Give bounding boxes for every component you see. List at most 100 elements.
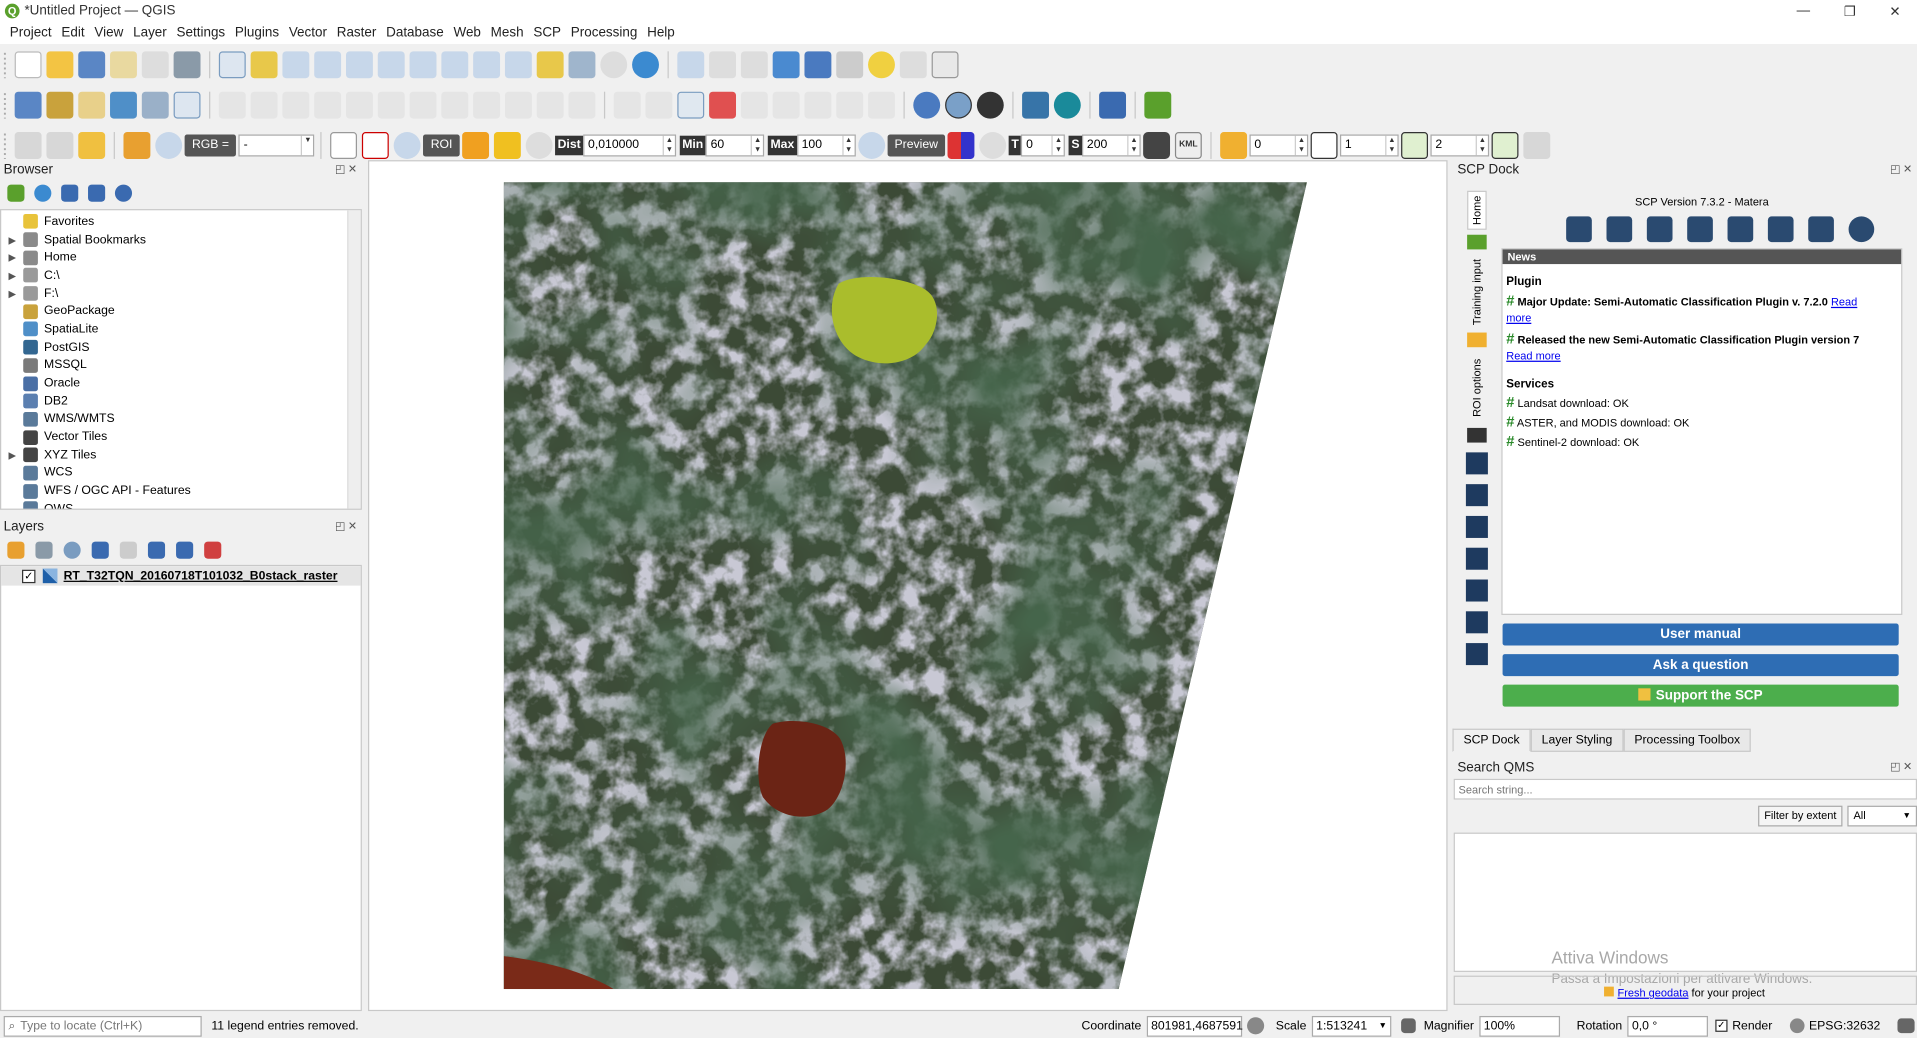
- open-layer-styling-icon[interactable]: [7, 541, 25, 559]
- support-scp-button[interactable]: Support the SCP: [1502, 684, 1899, 707]
- label-tool-icon[interactable]: [613, 91, 641, 118]
- properties-icon[interactable]: [114, 184, 133, 202]
- browser-item[interactable]: ▶ XYZ Tiles: [1, 446, 360, 464]
- diagram-options-icon[interactable]: [868, 91, 895, 118]
- maximize-button[interactable]: ❐: [1827, 0, 1873, 22]
- paste-features-icon[interactable]: [504, 91, 532, 118]
- vertex-tool-icon[interactable]: [345, 91, 373, 118]
- expand-arrow-icon[interactable]: ▶: [6, 450, 18, 461]
- filter-by-extent-button[interactable]: Filter by extent: [1758, 805, 1843, 827]
- download-products-icon[interactable]: [1646, 216, 1673, 243]
- basic-tools-icon[interactable]: [1606, 216, 1633, 243]
- toggle-extents-icon[interactable]: [1246, 1017, 1264, 1035]
- expand-arrow-icon[interactable]: ▶: [6, 270, 18, 281]
- processing-toolbox-icon[interactable]: [772, 50, 800, 78]
- pan-map-icon[interactable]: [218, 50, 246, 78]
- collapse-all-icon[interactable]: [176, 541, 194, 559]
- copy-features-icon[interactable]: [473, 91, 501, 118]
- next-band-icon[interactable]: [1310, 131, 1338, 159]
- toolbar-grip[interactable]: [2, 131, 8, 159]
- label-pin-icon[interactable]: [645, 91, 673, 118]
- browser-item[interactable]: Vector Tiles: [1, 428, 360, 446]
- plugins-manager-icon[interactable]: [1053, 91, 1081, 118]
- s-spinbox[interactable]: 200 ▲ ▼: [1082, 133, 1141, 156]
- undo-icon[interactable]: [536, 91, 564, 118]
- tab-roi-options[interactable]: ROI options: [1467, 352, 1487, 423]
- text-annotation-icon[interactable]: [931, 50, 959, 78]
- qms-results-list[interactable]: [1453, 832, 1917, 972]
- band-spinbox-1[interactable]: 0 ▲ ▼: [1249, 133, 1309, 156]
- refresh-icon[interactable]: [34, 184, 52, 202]
- scale-combo[interactable]: 1:513241 ▼: [1311, 1015, 1392, 1037]
- save-edits-icon[interactable]: [282, 91, 310, 118]
- dock-float-close-buttons[interactable]: ◰✕: [335, 520, 360, 533]
- add-roi-icon[interactable]: [494, 131, 521, 159]
- crs-label[interactable]: EPSG:32632: [1809, 1019, 1880, 1032]
- tab-scp-dock[interactable]: SCP Dock: [1452, 728, 1531, 752]
- menu-web[interactable]: Web: [449, 26, 486, 41]
- zoom-native-icon[interactable]: [441, 50, 469, 78]
- select-by-value-icon[interactable]: [78, 131, 106, 159]
- classification-preview-icon[interactable]: [947, 131, 975, 159]
- menu-raster[interactable]: Raster: [332, 26, 381, 41]
- band-calc-icon[interactable]: [1808, 216, 1834, 243]
- messages-icon[interactable]: [1897, 1018, 1915, 1034]
- band-processing-icon[interactable]: [1727, 216, 1754, 243]
- rotate-label-icon[interactable]: [804, 91, 832, 118]
- python-console-icon[interactable]: [1022, 91, 1049, 118]
- zoom-last-icon[interactable]: [473, 50, 501, 78]
- postprocessing-tab-icon[interactable]: [1465, 611, 1488, 634]
- download-tab-icon[interactable]: [1465, 515, 1488, 538]
- label-highlight-icon[interactable]: [709, 91, 737, 118]
- redo-icon[interactable]: [568, 91, 596, 118]
- reload-plugin-icon[interactable]: [1144, 91, 1172, 118]
- delete-selected-icon[interactable]: [409, 91, 437, 118]
- qms-search-input[interactable]: [1453, 778, 1917, 800]
- zoom-out-icon[interactable]: [314, 50, 342, 78]
- select-feature-icon[interactable]: [899, 50, 927, 78]
- browser-item[interactable]: DB2: [1, 392, 360, 410]
- zoom-input-image-icon[interactable]: [155, 131, 183, 159]
- next-band-icon[interactable]: [1491, 131, 1519, 159]
- tools-icon[interactable]: [1467, 427, 1487, 443]
- band-set-icon[interactable]: [1566, 216, 1592, 243]
- temporal-controller-icon[interactable]: [600, 50, 628, 78]
- band-spinbox-2[interactable]: 1 ▲ ▼: [1339, 133, 1399, 156]
- max-spinbox[interactable]: 100 ▲ ▼: [796, 133, 856, 156]
- band-combination-icon[interactable]: [1523, 131, 1551, 159]
- show-bookmarks-icon[interactable]: [568, 50, 596, 78]
- locator-input[interactable]: ⌕ Type to locate (Ctrl+K): [3, 1015, 202, 1037]
- deselect-icon[interactable]: [46, 131, 74, 159]
- layout-manager-icon[interactable]: [141, 50, 169, 78]
- filter-legend-icon[interactable]: [91, 541, 109, 559]
- browser-item[interactable]: MSSQL: [1, 356, 360, 374]
- band-processing-tab-icon[interactable]: [1465, 579, 1488, 602]
- browser-item[interactable]: ▶ C:\: [1, 267, 360, 285]
- zoom-roi-icon[interactable]: [394, 131, 421, 159]
- cut-features-icon[interactable]: [441, 91, 469, 118]
- read-more-link[interactable]: Read: [1831, 296, 1857, 308]
- menu-view[interactable]: View: [90, 26, 129, 41]
- dock-float-close-buttons[interactable]: ◰✕: [1890, 163, 1915, 176]
- browser-item[interactable]: ▶ Spatial Bookmarks: [1, 231, 360, 249]
- qms-filter-select[interactable]: All ▼: [1847, 805, 1917, 827]
- show-hide-labels-icon[interactable]: [740, 91, 768, 118]
- preview-button[interactable]: Preview: [887, 133, 946, 156]
- next-band-icon[interactable]: [1401, 131, 1429, 159]
- zoom-preview-icon[interactable]: [857, 131, 885, 159]
- measure-line-icon[interactable]: [836, 50, 864, 78]
- roi-button[interactable]: ROI: [423, 133, 460, 156]
- modify-attributes-icon[interactable]: [377, 91, 405, 118]
- pan-to-selection-icon[interactable]: [250, 50, 278, 78]
- basic-tools-tab-icon[interactable]: [1465, 484, 1488, 507]
- layer-item[interactable]: ✓ RT_T32TQN_20160718T101032_B0stack_rast…: [1, 566, 361, 586]
- add-virtual-layer-icon[interactable]: [173, 91, 201, 118]
- minimize-button[interactable]: —: [1780, 0, 1826, 22]
- redo-roi-icon[interactable]: [525, 131, 553, 159]
- toolbar-grip[interactable]: [2, 50, 8, 78]
- digitize-icon[interactable]: [314, 91, 342, 118]
- remove-temp-files-icon[interactable]: [1143, 131, 1171, 159]
- layer-checkbox[interactable]: ✓: [22, 569, 36, 583]
- zoom-selection-icon[interactable]: [377, 50, 405, 78]
- browser-item[interactable]: ▶ Home: [1, 249, 360, 267]
